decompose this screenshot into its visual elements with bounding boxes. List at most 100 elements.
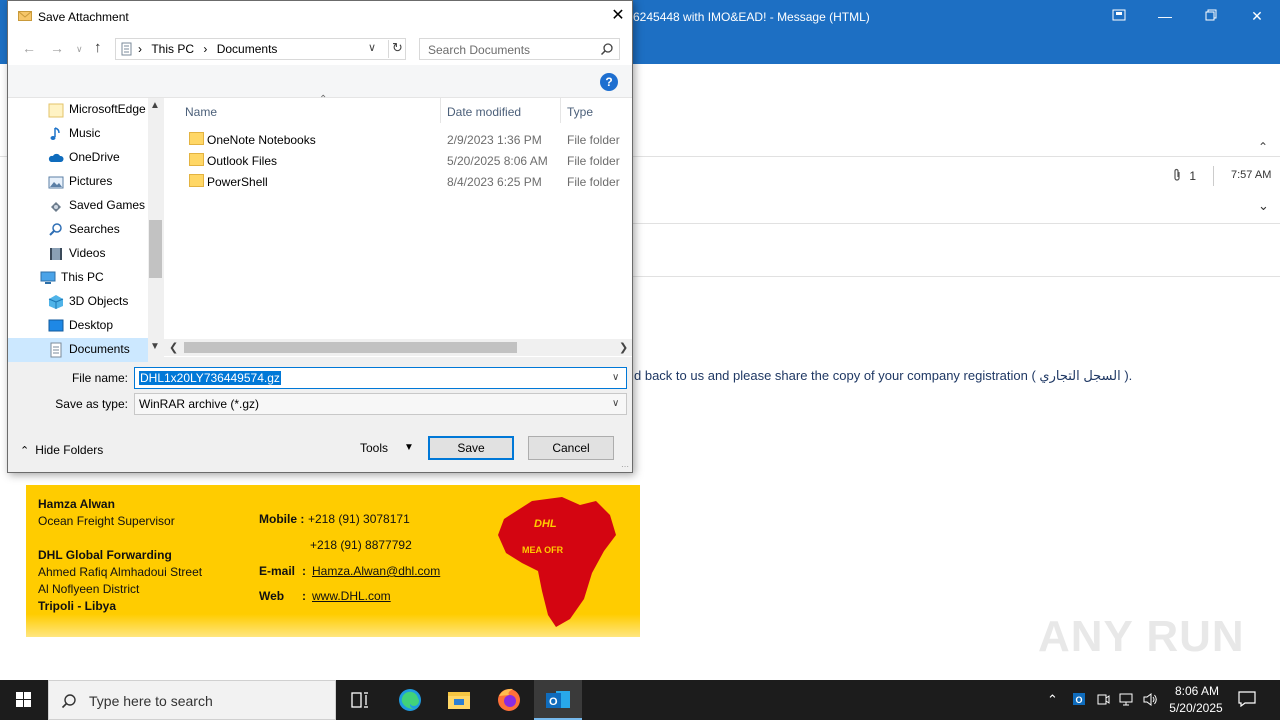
email-label: E-mail [259,564,296,578]
taskbar-search-box[interactable]: Type here to search [48,680,336,720]
nav-item-3d-objects[interactable]: 3D Objects [8,290,148,314]
refresh-icon[interactable]: ↻ [388,40,406,58]
breadcrumb-this-pc[interactable]: This PC [151,42,194,56]
column-header-date[interactable]: Date modified [441,98,561,123]
search-icon [61,694,76,709]
help-icon[interactable]: ? [600,73,618,91]
scroll-right-icon[interactable]: ❯ [619,341,628,354]
save-as-type-select[interactable]: WinRAR archive (*.gz) ∨ [134,393,627,415]
show-hidden-icons-icon[interactable]: ⌃ [1047,692,1058,708]
nav-item-label: Pictures [69,174,113,188]
minimize-button[interactable]: — [1142,0,1188,32]
envelope-icon [18,11,32,21]
nav-item-onedrive[interactable]: OneDrive [8,146,148,170]
taskbar: Type here to search O ⌃ O 8:06 AM 5/20/2… [0,680,1280,720]
chevron-down-icon[interactable]: ∨ [612,372,619,383]
file-list-horizontal-scrollbar[interactable]: ❮ ❯ [164,339,632,356]
scroll-left-icon[interactable]: ❮ [169,341,178,354]
email-link[interactable]: Hamza.Alwan@dhl.com [312,564,440,578]
file-name: PowerShell [207,175,268,189]
file-explorer-taskbar-button[interactable] [435,680,483,720]
scroll-up-icon[interactable]: ▲ [150,100,160,111]
outlook-taskbar-button[interactable]: O [534,680,582,720]
hide-folders-button[interactable]: ⌃ Hide Folders [20,443,103,457]
address-bar[interactable]: › This PC › Documents ∨ ↻ [115,38,406,60]
window-close-button[interactable]: ✕ [1234,0,1280,32]
pictures-icon [48,176,64,189]
nav-item-documents[interactable]: Documents [8,338,148,362]
outlook-tray-icon[interactable]: O [1071,691,1087,707]
expand-header-icon[interactable]: ⌄ [1258,198,1269,214]
email-separator: : [302,564,306,578]
nav-item-label: Videos [69,246,106,260]
search-documents-input[interactable]: Search Documents [419,38,620,60]
restore-button[interactable] [1188,0,1234,32]
nav-item-microsoftedge[interactable]: MicrosoftEdge [8,98,148,122]
column-header-label: Date modified [447,105,522,119]
scroll-down-icon[interactable]: ▼ [150,341,160,352]
edge-taskbar-button[interactable] [386,680,434,720]
tools-menu-button[interactable]: Tools [360,441,388,455]
nav-item-pictures[interactable]: Pictures [8,170,148,194]
save-attachment-dialog: Save Attachment ✕ ← → ∨ ↑ › This PC › Do… [7,0,633,473]
dialog-close-button[interactable]: ✕ [606,5,630,27]
up-arrow-icon[interactable]: ↑ [94,39,102,56]
nav-item-music[interactable]: Music [8,122,148,146]
file-row[interactable]: OneNote Notebooks 2/9/2023 1:36 PM File … [164,129,632,150]
forward-arrow-icon[interactable]: → [50,40,64,56]
mobile-number-2: +218 (91) 8877792 [310,538,412,552]
logo-mea-ofr-text: MEA OFR [522,545,564,555]
signature-role: Ocean Freight Supervisor [38,514,175,528]
nav-item-videos[interactable]: Videos [8,242,148,266]
breadcrumb-documents[interactable]: Documents [217,42,278,56]
scrollbar-thumb[interactable] [149,220,162,278]
cancel-button[interactable]: Cancel [528,436,614,460]
taskbar-search-placeholder: Type here to search [89,693,213,709]
back-arrow-icon[interactable]: ← [22,40,36,56]
chevron-down-icon[interactable]: ∨ [612,398,619,409]
nav-item-label: This PC [61,270,104,284]
ribbon-display-options-icon[interactable] [1096,0,1142,32]
anyrun-watermark: ANY RUN [1038,612,1245,661]
file-type: File folder [567,154,620,168]
tools-dropdown-icon[interactable]: ▼ [404,442,414,453]
file-row[interactable]: Outlook Files 5/20/2025 8:06 AM File fol… [164,150,632,171]
save-as-type-label: Save as type: [55,397,128,411]
navigation-scrollbar[interactable]: ▲ ▼ [148,98,163,357]
column-header-name[interactable]: Name ⌃ [179,94,441,123]
collapse-ribbon-icon[interactable]: ⌃ [1258,140,1268,154]
search-placeholder: Search Documents [428,43,531,57]
windows-logo-icon [16,692,31,707]
meet-now-icon[interactable] [1096,692,1111,707]
nav-item-searches[interactable]: Searches [8,218,148,242]
scrollbar-thumb[interactable] [184,342,517,353]
resize-grip-icon[interactable]: ⋯ [621,462,629,471]
taskbar-clock-time[interactable]: 8:06 AM [1168,684,1226,698]
save-button[interactable]: Save [428,436,514,460]
nav-item-desktop[interactable]: Desktop [8,314,148,338]
file-name-input[interactable]: DHL1x20LY736449574.gz ∨ [134,367,627,389]
file-name: OneNote Notebooks [207,133,316,147]
start-button[interactable] [0,680,48,720]
web-link[interactable]: www.DHL.com [312,589,391,603]
taskbar-clock-date[interactable]: 5/20/2025 [1163,701,1229,715]
file-date: 8/4/2023 6:25 PM [447,175,542,189]
recent-locations-chevron-icon[interactable]: ∨ [76,44,83,55]
nav-item-this-pc[interactable]: This PC [8,266,148,290]
address-dropdown-icon[interactable]: ∨ [368,41,376,54]
firefox-taskbar-button[interactable] [485,680,533,720]
save-as-type-value: WinRAR archive (*.gz) [139,397,260,411]
breadcrumb: › This PC › Documents [138,42,277,56]
volume-icon[interactable] [1142,692,1158,707]
sort-ascending-icon: ⌃ [319,94,328,105]
folder-icon [189,153,204,166]
file-row[interactable]: PowerShell 8/4/2023 6:25 PM File folder [164,171,632,192]
nav-item-saved-games[interactable]: Saved Games [8,194,148,218]
column-header-type[interactable]: Type [561,98,631,123]
notification-center-icon[interactable] [1238,691,1256,707]
email-signature-card: Hamza Alwan Ocean Freight Supervisor DHL… [26,485,640,637]
outlook-window-title: 6245448 with IMO&EAD! - Message (HTML) [633,10,870,24]
task-view-button[interactable] [336,680,384,720]
desktop-icon [48,319,64,332]
network-icon[interactable] [1119,692,1135,707]
